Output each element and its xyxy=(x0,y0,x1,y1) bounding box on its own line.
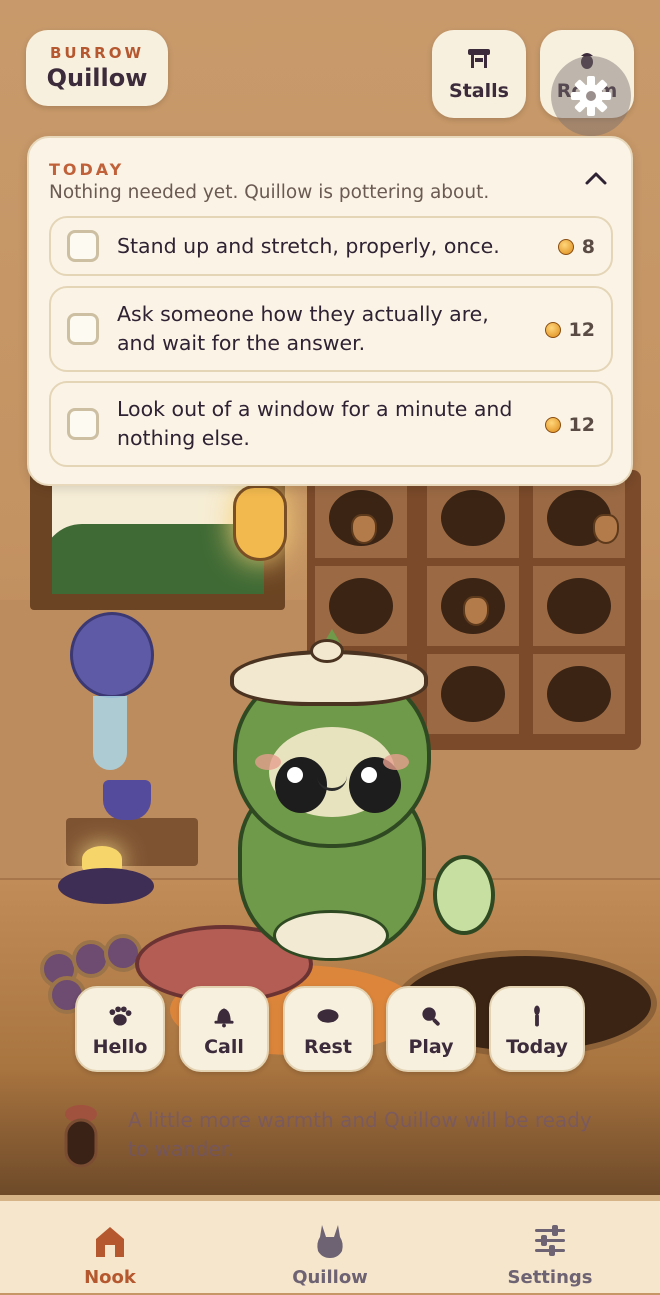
bell-icon xyxy=(214,1008,234,1028)
coin-icon xyxy=(544,322,561,338)
stalls-button[interactable]: Stalls xyxy=(432,30,526,118)
task-checkbox[interactable] xyxy=(67,230,99,262)
cap-button xyxy=(310,639,344,663)
paw-icon xyxy=(109,1006,132,1026)
tab-label: Quillow xyxy=(292,1267,368,1288)
task-text: Stand up and stretch, properly, once. xyxy=(117,234,500,258)
task-reward: 8 xyxy=(557,236,595,258)
stall-icon xyxy=(468,49,490,68)
status-message: A little more warmth and Quillow will be… xyxy=(128,1108,592,1161)
mushroom-icon xyxy=(60,1100,102,1170)
reward-amount: 12 xyxy=(568,414,595,436)
reward-amount: 12 xyxy=(568,319,595,341)
play-label: Play xyxy=(408,1036,454,1058)
creature-face xyxy=(269,727,401,817)
burrow-label: BURROW xyxy=(49,44,144,62)
rest-label: Rest xyxy=(304,1036,352,1058)
hanging-lamp xyxy=(233,485,287,561)
chevron-up-icon[interactable] xyxy=(581,166,611,190)
stalls-label: Stalls xyxy=(449,80,509,102)
coin-icon xyxy=(557,239,574,255)
task-item[interactable]: Stand up and stretch, properly, once. 8 xyxy=(49,216,613,276)
today-button[interactable]: Today xyxy=(489,986,585,1072)
acorn-icon xyxy=(593,514,619,544)
task-checkbox[interactable] xyxy=(67,313,99,345)
quillow-creature[interactable] xyxy=(218,625,495,965)
rest-button[interactable]: Rest xyxy=(283,986,373,1072)
creature-belly xyxy=(273,910,389,961)
burrow-chip[interactable]: BURROW Quillow xyxy=(26,30,168,106)
pillow-icon xyxy=(317,1009,339,1023)
today-panel: TODAY Nothing needed yet. Quillow is pot… xyxy=(27,136,633,486)
task-item[interactable]: Look out of a window for a minute and no… xyxy=(49,381,613,467)
gear-icon[interactable] xyxy=(551,56,631,136)
task-text: Ask someone how they actually are, and w… xyxy=(117,302,489,355)
hello-label: Hello xyxy=(92,1036,148,1058)
left-cheek xyxy=(255,754,281,770)
task-checkbox[interactable] xyxy=(67,408,99,440)
burrow-name: Quillow xyxy=(46,64,148,92)
coin-icon xyxy=(544,417,561,433)
acorn-icon xyxy=(463,596,489,626)
right-cheek xyxy=(383,754,409,770)
tab-bar: Nook Quillow Settings xyxy=(0,1195,660,1293)
blue-lantern xyxy=(70,612,154,698)
window-view xyxy=(52,482,264,594)
call-label: Call xyxy=(204,1036,244,1058)
leaf-lantern xyxy=(433,855,495,935)
hello-button[interactable]: Hello xyxy=(75,986,165,1072)
tab-label: Nook xyxy=(84,1267,136,1288)
today-label: Today xyxy=(506,1036,568,1058)
magnifier-icon xyxy=(422,1007,440,1026)
task-reward: 12 xyxy=(544,414,595,436)
task-reward: 12 xyxy=(544,319,595,341)
cauldron xyxy=(58,868,154,904)
sliders-icon xyxy=(535,1225,565,1256)
call-button[interactable]: Call xyxy=(179,986,269,1072)
tab-label: Settings xyxy=(507,1267,593,1288)
task-text: Look out of a window for a minute and no… xyxy=(117,397,513,450)
house-icon xyxy=(96,1227,124,1257)
play-button[interactable]: Play xyxy=(386,986,476,1072)
tab-nook[interactable]: Nook xyxy=(40,1219,180,1295)
today-subtitle: Nothing needed yet. Quillow is pottering… xyxy=(49,182,490,203)
glass-vial xyxy=(93,696,127,770)
bunny-icon xyxy=(317,1225,343,1258)
today-label: TODAY xyxy=(49,160,125,179)
reward-amount: 8 xyxy=(581,236,595,258)
acorn-icon xyxy=(351,514,377,544)
plant-pot xyxy=(103,780,151,820)
torch-icon xyxy=(534,1005,540,1027)
tab-settings[interactable]: Settings xyxy=(480,1219,620,1295)
tab-quillow[interactable]: Quillow xyxy=(260,1219,400,1295)
task-item[interactable]: Ask someone how they actually are, and w… xyxy=(49,286,613,372)
